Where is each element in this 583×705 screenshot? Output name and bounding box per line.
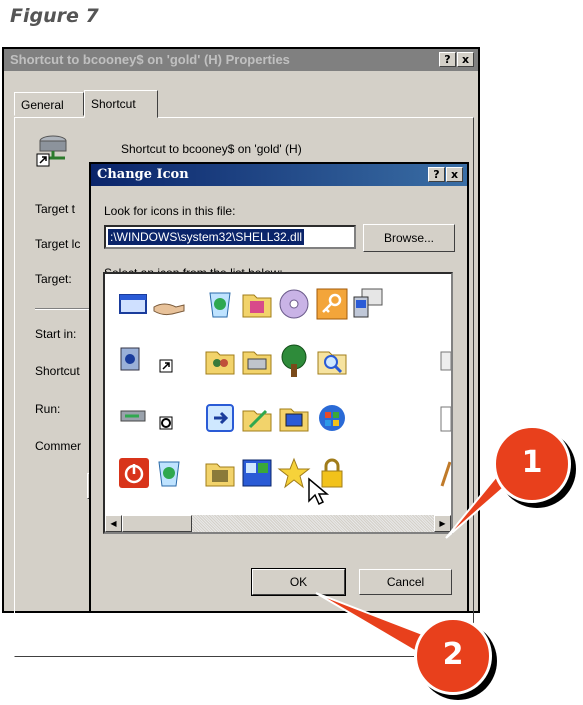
callout-2: 2 — [414, 617, 492, 695]
callout-1: 1 — [493, 425, 571, 503]
tab-shortcut[interactable]: Shortcut — [84, 90, 158, 118]
